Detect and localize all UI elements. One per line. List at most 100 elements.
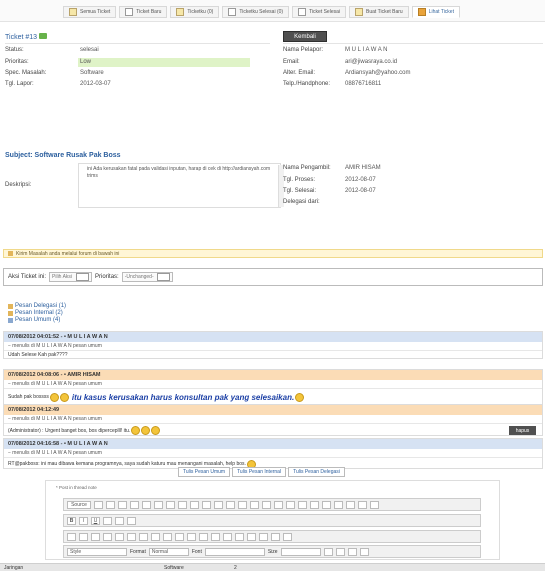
anchor-icon[interactable] xyxy=(211,532,220,541)
status-item[interactable]: Software xyxy=(160,565,230,571)
paste-icon[interactable] xyxy=(166,500,175,509)
find-icon[interactable] xyxy=(226,500,235,509)
tab-buat-ticket-baru[interactable]: Buat Ticket Baru xyxy=(349,6,409,18)
link-pesan-umum[interactable]: Pesan Umum (4) xyxy=(8,317,66,324)
tab-tulis-pesan-internal[interactable]: Tulis Pesan Internal xyxy=(232,467,287,477)
reporter-value: M U L I A W A N xyxy=(345,47,388,53)
preview-icon[interactable] xyxy=(118,500,127,509)
action-select[interactable]: Pilih Aksi xyxy=(49,272,93,282)
handler-label: Nama Pengambil: xyxy=(283,165,331,171)
status-item[interactable]: Jaringan xyxy=(0,565,70,571)
process-date-value: 2012-08-07 xyxy=(345,177,376,183)
special-char-icon[interactable] xyxy=(283,532,292,541)
status-value: selesai xyxy=(80,47,99,53)
print-icon[interactable] xyxy=(178,500,187,509)
blockquote-icon[interactable] xyxy=(115,532,124,541)
source-button[interactable]: Source xyxy=(67,500,91,509)
post-body-text: (Administrator) : Urgent banget bos, bos… xyxy=(8,427,131,434)
select-field-icon[interactable] xyxy=(334,500,343,509)
status-item[interactable]: 2 xyxy=(230,565,270,571)
strikethrough-icon[interactable] xyxy=(103,516,112,525)
outdent-icon[interactable] xyxy=(91,532,100,541)
link-icon[interactable] xyxy=(187,532,196,541)
indent-icon[interactable] xyxy=(103,532,112,541)
smiley-insert-icon[interactable] xyxy=(271,532,280,541)
italic-icon[interactable]: I xyxy=(79,516,88,525)
font-select[interactable] xyxy=(204,547,265,556)
align-left-icon[interactable] xyxy=(139,532,148,541)
ticket-title: Ticket #13 xyxy=(5,33,48,41)
numbered-list-icon[interactable] xyxy=(67,532,76,541)
textfield-icon[interactable] xyxy=(310,500,319,509)
priority-select[interactable]: -Unchanged- xyxy=(121,272,173,282)
post-subheader: − menulis di M U L I A W A N pesan umum xyxy=(4,342,542,351)
bullet-list-icon[interactable] xyxy=(79,532,88,541)
tab-label: Lihat Ticket xyxy=(428,9,454,15)
cut-icon[interactable] xyxy=(142,500,151,509)
priority-select-dropdown[interactable] xyxy=(156,273,170,281)
format-select[interactable]: Normal xyxy=(148,547,189,556)
tab-tulis-pesan-umum[interactable]: Tulis Pesan Umum xyxy=(178,467,231,477)
checkbox-icon[interactable] xyxy=(286,500,295,509)
tab-ticket-selesai[interactable]: Ticket Selesai xyxy=(292,6,346,18)
remove-format-icon[interactable] xyxy=(262,500,271,509)
flash-icon[interactable] xyxy=(235,532,244,541)
button-field-icon[interactable] xyxy=(346,500,355,509)
link-pesan-internal[interactable]: Pesan Internal (2) xyxy=(8,310,66,317)
style-select[interactable]: Style xyxy=(67,547,127,556)
undo-icon[interactable] xyxy=(202,500,211,509)
document-icon xyxy=(125,8,134,16)
redo-icon[interactable] xyxy=(214,500,223,509)
tab-tulis-pesan-delegasi[interactable]: Tulis Pesan Delegasi xyxy=(288,467,345,477)
phone-value: 08876716811 xyxy=(345,81,382,87)
justify-icon[interactable] xyxy=(175,532,184,541)
tab-ticketku[interactable]: Ticketku (0) xyxy=(170,6,220,18)
tab-ticket-baru[interactable]: Ticket Baru xyxy=(119,6,168,18)
replace-icon[interactable] xyxy=(238,500,247,509)
priority-select-value: -Unchanged- xyxy=(124,274,154,280)
radio-icon[interactable] xyxy=(298,500,307,509)
maximize-icon[interactable] xyxy=(347,547,357,556)
notice-text: Kirim Masalah anda melalui forum di bawa… xyxy=(16,250,120,257)
tab-semua-ticket[interactable]: Semua Ticket xyxy=(63,6,117,18)
comment-tabs: Tulis Pesan Umum Tulis Pesan Internal Tu… xyxy=(178,467,345,477)
post-subheader: − menulis di M U L I A W A N pesan umum xyxy=(4,415,542,424)
link-pesan-delegasi[interactable]: Pesan Delegasi (1) xyxy=(8,303,66,310)
size-select[interactable] xyxy=(280,547,321,556)
post-header: 07/08/2012 04:12:49 xyxy=(4,405,542,415)
bold-icon[interactable]: B xyxy=(67,516,76,525)
unlink-icon[interactable] xyxy=(199,532,208,541)
tab-ticketku-selesai[interactable]: Ticketku Selesai (0) xyxy=(222,6,290,18)
save-icon[interactable] xyxy=(94,500,103,509)
div-icon[interactable] xyxy=(127,532,136,541)
copy-icon[interactable] xyxy=(154,500,163,509)
align-center-icon[interactable] xyxy=(151,532,160,541)
subscript-icon[interactable] xyxy=(115,516,124,525)
back-button[interactable]: Kembali xyxy=(283,31,327,42)
image-icon[interactable] xyxy=(223,532,232,541)
delete-button[interactable]: hapus xyxy=(509,426,536,435)
templates-icon[interactable] xyxy=(130,500,139,509)
align-right-icon[interactable] xyxy=(163,532,172,541)
horizontal-rule-icon[interactable] xyxy=(259,532,268,541)
superscript-icon[interactable] xyxy=(127,516,136,525)
edit-icon[interactable] xyxy=(39,33,48,39)
show-blocks-icon[interactable] xyxy=(359,547,369,556)
post-1: 07/08/2012 04:01:52 - • M U L I A W A N … xyxy=(3,331,543,359)
hidden-field-icon[interactable] xyxy=(370,500,379,509)
form-icon[interactable] xyxy=(274,500,283,509)
action-select-value: Pilih Aksi xyxy=(52,274,73,280)
tab-label: Ticket Baru xyxy=(136,9,162,15)
image-button-icon[interactable] xyxy=(358,500,367,509)
underline-icon[interactable]: U xyxy=(91,516,100,525)
textarea-icon[interactable] xyxy=(322,500,331,509)
bg-color-icon[interactable] xyxy=(335,547,345,556)
new-page-icon[interactable] xyxy=(106,500,115,509)
spellcheck-icon[interactable] xyxy=(190,500,199,509)
action-select-dropdown[interactable] xyxy=(76,273,90,281)
text-color-icon[interactable] xyxy=(323,547,333,556)
font-label: Font xyxy=(191,548,202,555)
table-icon[interactable] xyxy=(247,532,256,541)
select-all-icon[interactable] xyxy=(250,500,259,509)
tab-lihat-ticket[interactable]: Lihat Ticket xyxy=(411,6,460,18)
